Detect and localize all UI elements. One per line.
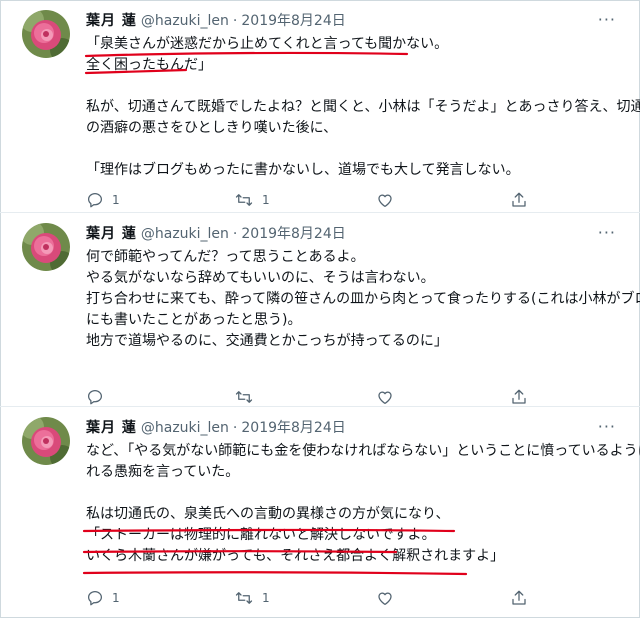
tweet-header: 葉月 蓮 @hazuki_len · 2019年8月24日 xyxy=(86,13,346,29)
share-icon xyxy=(512,192,526,207)
tweet-line: いくら木蘭さんが嫌がっても、それさえ都合よく解釈されますよ」 xyxy=(86,548,505,564)
tweet-date[interactable]: 2019年8月24日 xyxy=(241,226,345,242)
tweet-line: 私は切通氏の、泉美氏への言動の異様さの方が気になり、 xyxy=(86,506,450,522)
tweet-actions xyxy=(86,387,536,407)
more-icon[interactable]: ··· xyxy=(598,10,616,29)
share-button[interactable] xyxy=(510,190,528,210)
reply-icon xyxy=(87,389,103,405)
retweet-icon xyxy=(235,194,253,206)
display-name[interactable]: 葉月 蓮 xyxy=(86,226,137,242)
avatar[interactable] xyxy=(22,417,70,465)
like-icon xyxy=(378,592,392,606)
tweet-line: れる愚痴を言っていた。 xyxy=(86,464,240,480)
reply-icon xyxy=(87,192,103,208)
more-icon[interactable]: ··· xyxy=(598,223,616,242)
reply-button[interactable] xyxy=(86,387,112,407)
reply-count: 1 xyxy=(112,591,120,605)
user-handle[interactable]: @hazuki_len xyxy=(141,420,229,436)
user-handle[interactable]: @hazuki_len xyxy=(141,13,229,29)
avatar-rose-image xyxy=(22,223,70,271)
retweet-button[interactable]: 1 xyxy=(234,588,270,608)
tweet-date[interactable]: 2019年8月24日 xyxy=(241,420,345,436)
tweet-header: 葉月 蓮 @hazuki_len · 2019年8月24日 xyxy=(86,420,346,436)
tweet-line: 何で師範やってんだ？って思うことあるよ。 xyxy=(86,249,365,265)
tweet-line: 「泉美さんが迷惑だから止めてくれと言っても聞かない。 xyxy=(86,36,449,52)
retweet-count: 1 xyxy=(262,591,270,605)
user-handle[interactable]: @hazuki_len xyxy=(141,226,229,242)
retweet-count: 1 xyxy=(262,193,270,207)
share-button[interactable] xyxy=(510,387,528,407)
like-icon xyxy=(378,194,392,208)
like-icon xyxy=(378,391,392,405)
display-name[interactable]: 葉月 蓮 xyxy=(86,13,137,29)
tweet-line: 「理作はブログもめったに書かないし、道場でも大して発言しない。 xyxy=(86,162,520,178)
tweet[interactable]: 葉月 蓮 @hazuki_len · 2019年8月24日 ··· 何で師範やってんだ… xyxy=(0,212,640,407)
tweet-line: やる気がないなら辞めてもいいのに、そうは言わない。 xyxy=(86,270,435,286)
tweet-text: など、「やる気がない師範にも金を使わなければならない」ということに憤っているよう… xyxy=(86,441,640,567)
reply-button[interactable]: 1 xyxy=(86,190,120,210)
tweet-header: 葉月 蓮 @hazuki_len · 2019年8月24日 xyxy=(86,226,346,242)
display-name[interactable]: 葉月 蓮 xyxy=(86,420,137,436)
retweet-button[interactable]: 1 xyxy=(234,190,270,210)
reply-icon xyxy=(87,590,103,606)
avatar[interactable] xyxy=(22,223,70,271)
tweet-line: の酒癖の悪さをひとしきり嘆いた後に、 xyxy=(86,120,338,136)
tweet-line: など、「やる気がない師範にも金を使わなければならない」ということに憤っているよう… xyxy=(86,443,640,459)
tweet-actions: 1 1 xyxy=(86,190,536,210)
retweet-icon xyxy=(235,592,253,604)
tweet-line: 打ち合わせに来ても、酔って隣の笹さんの皿から肉とって食ったりする(これは小林がブ… xyxy=(86,291,640,307)
tweet-line: 全く困ったもんだ」 xyxy=(86,57,212,73)
tweet-actions: 1 1 xyxy=(86,588,536,608)
tweet[interactable]: 葉月 蓮 @hazuki_len · 2019年8月24日 ··· 「泉美さんが迷惑だ… xyxy=(0,0,640,212)
tweet-line: 地方で道場やるのに、交通費とかこっちが持ってるのに」 xyxy=(86,333,448,349)
like-button[interactable] xyxy=(376,190,394,210)
more-icon[interactable]: ··· xyxy=(598,417,616,436)
tweet-text: 「泉美さんが迷惑だから止めてくれと言っても聞かない。 全く困ったもんだ」 私が、… xyxy=(86,34,640,181)
reply-count: 1 xyxy=(112,193,120,207)
tweet-line: 「ストーカーは物理的に離れないと解決しないですよ。 xyxy=(86,527,436,543)
share-icon xyxy=(512,389,526,404)
avatar-rose-image xyxy=(22,417,70,465)
tweet-date[interactable]: 2019年8月24日 xyxy=(241,13,345,29)
like-button[interactable] xyxy=(376,387,394,407)
tweet-line: にも書いたことがあったと思う)。 xyxy=(86,312,302,328)
reply-button[interactable]: 1 xyxy=(86,588,120,608)
retweet-button[interactable] xyxy=(234,387,262,407)
avatar[interactable] xyxy=(22,10,70,58)
share-icon xyxy=(512,590,526,605)
like-button[interactable] xyxy=(376,588,394,608)
tweet-line: 私が、切通さんて既婚でしたよね？と聞くと、小林は「そうだよ」とあっさり答え、切通… xyxy=(86,99,640,115)
share-button[interactable] xyxy=(510,588,528,608)
tweet-text: 何で師範やってんだ？って思うことあるよ。 やる気がないなら辞めてもいいのに、そう… xyxy=(86,247,640,352)
avatar-rose-image xyxy=(22,10,70,58)
tweet[interactable]: 葉月 蓮 @hazuki_len · 2019年8月24日 ··· など、「やる気がな… xyxy=(0,406,640,619)
retweet-icon xyxy=(235,391,253,403)
